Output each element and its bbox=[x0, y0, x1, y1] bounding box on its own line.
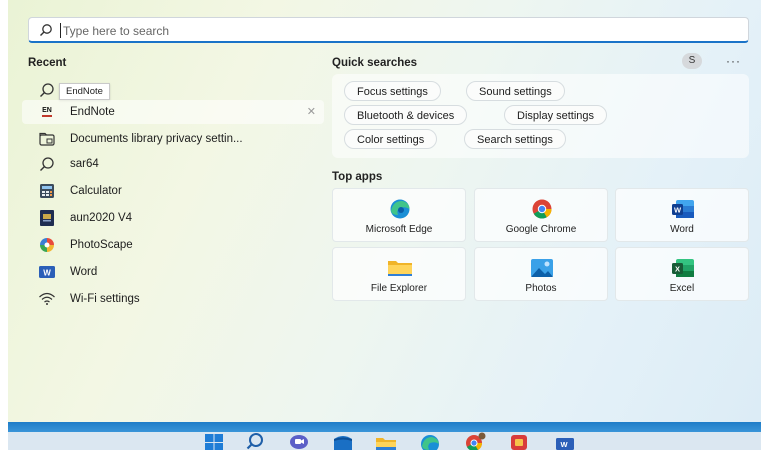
photos-icon bbox=[531, 259, 553, 277]
store-icon[interactable] bbox=[331, 432, 355, 450]
app-tile-label: Word bbox=[670, 224, 694, 235]
tooltip: EndNote bbox=[59, 83, 110, 100]
quick-searches-heading: Quick searches bbox=[332, 57, 418, 69]
word-icon[interactable]: W bbox=[552, 432, 576, 450]
app-tile-label: Photos bbox=[525, 283, 557, 294]
svg-text:W: W bbox=[674, 206, 682, 215]
wifi-icon bbox=[39, 292, 55, 305]
chip-focus-settings[interactable]: Focus settings bbox=[344, 81, 441, 101]
recent-item-label: Documents library privacy settin... bbox=[70, 133, 243, 145]
app-tile-label: Excel bbox=[669, 283, 695, 294]
endnote-icon: EN bbox=[38, 103, 56, 121]
recent-item-documents-privacy[interactable]: Documents library privacy settin... bbox=[22, 127, 324, 151]
search-icon[interactable] bbox=[244, 432, 266, 450]
avatar[interactable]: S bbox=[682, 53, 702, 69]
app-tile-word[interactable]: W Word bbox=[615, 188, 749, 242]
windows-start-icon[interactable] bbox=[204, 432, 224, 450]
word-icon: W bbox=[39, 266, 55, 278]
recent-item-wifi-settings[interactable]: Wi-Fi settings bbox=[22, 287, 324, 311]
search-icon bbox=[40, 83, 54, 97]
search-box[interactable] bbox=[28, 17, 749, 43]
chrome-icon bbox=[532, 199, 552, 219]
app-icon[interactable] bbox=[508, 432, 530, 450]
svg-text:W: W bbox=[43, 269, 51, 278]
svg-text:X: X bbox=[675, 265, 680, 274]
recent-heading: Recent bbox=[28, 57, 67, 69]
edge-icon[interactable] bbox=[418, 432, 442, 450]
document-icon bbox=[40, 210, 54, 226]
calculator-icon bbox=[40, 184, 54, 198]
app-tile-microsoft-edge[interactable]: Microsoft Edge bbox=[332, 188, 466, 242]
chrome-icon[interactable] bbox=[462, 432, 488, 450]
recent-item-endnote[interactable]: EN EndNote ✕ bbox=[22, 100, 324, 124]
recent-item-label: EndNote bbox=[70, 106, 115, 118]
chip-display-settings[interactable]: Display settings bbox=[504, 105, 608, 125]
recent-item-label: Wi-Fi settings bbox=[70, 293, 140, 305]
chip-color-settings[interactable]: Color settings bbox=[344, 129, 438, 149]
search-icon bbox=[40, 157, 54, 171]
edge-icon bbox=[390, 199, 410, 219]
svg-text:W: W bbox=[560, 440, 568, 449]
file-explorer-icon[interactable] bbox=[374, 432, 398, 450]
recent-item-label: Word bbox=[70, 266, 98, 278]
recent-item-word[interactable]: W Word bbox=[22, 260, 324, 284]
photoscape-icon bbox=[40, 238, 54, 252]
top-apps-heading: Top apps bbox=[332, 171, 383, 183]
app-tile-label: Google Chrome bbox=[505, 224, 577, 235]
app-tile-photos[interactable]: Photos bbox=[474, 247, 608, 301]
recent-item-calculator[interactable]: Calculator bbox=[22, 179, 324, 203]
search-input[interactable] bbox=[61, 21, 725, 41]
chip-sound-settings[interactable]: Sound settings bbox=[466, 81, 565, 101]
excel-icon: X bbox=[672, 259, 694, 277]
more-options-icon[interactable]: ··· bbox=[726, 54, 741, 68]
folder-icon bbox=[388, 261, 412, 276]
app-tile-excel[interactable]: X Excel bbox=[615, 247, 749, 301]
search-panel: Recent EndNote EN EndNote ✕ Documents li… bbox=[8, 0, 761, 422]
search-icon bbox=[40, 24, 52, 36]
app-tile-file-explorer[interactable]: File Explorer bbox=[332, 247, 466, 301]
recent-item-sar64[interactable]: sar64 bbox=[22, 152, 324, 176]
app-tile-label: File Explorer bbox=[370, 283, 428, 294]
recent-item-label: PhotoScape bbox=[70, 239, 133, 251]
taskbar-accent-line bbox=[8, 422, 761, 432]
library-icon bbox=[39, 132, 55, 146]
chip-search-settings[interactable]: Search settings bbox=[464, 129, 566, 149]
recent-item-label: aun2020 V4 bbox=[70, 212, 133, 224]
recent-item-aun2020[interactable]: aun2020 V4 bbox=[22, 206, 324, 230]
recent-item-photoscape[interactable]: PhotoScape bbox=[22, 233, 324, 257]
recent-item-label: sar64 bbox=[70, 158, 99, 170]
app-tile-google-chrome[interactable]: Google Chrome bbox=[474, 188, 608, 242]
word-icon: W bbox=[672, 200, 694, 218]
close-icon[interactable]: ✕ bbox=[307, 105, 316, 118]
teams-chat-icon[interactable] bbox=[288, 432, 310, 450]
chip-bluetooth-devices[interactable]: Bluetooth & devices bbox=[344, 105, 468, 125]
app-tile-label: Microsoft Edge bbox=[365, 224, 433, 235]
recent-item-label: Calculator bbox=[70, 185, 122, 197]
